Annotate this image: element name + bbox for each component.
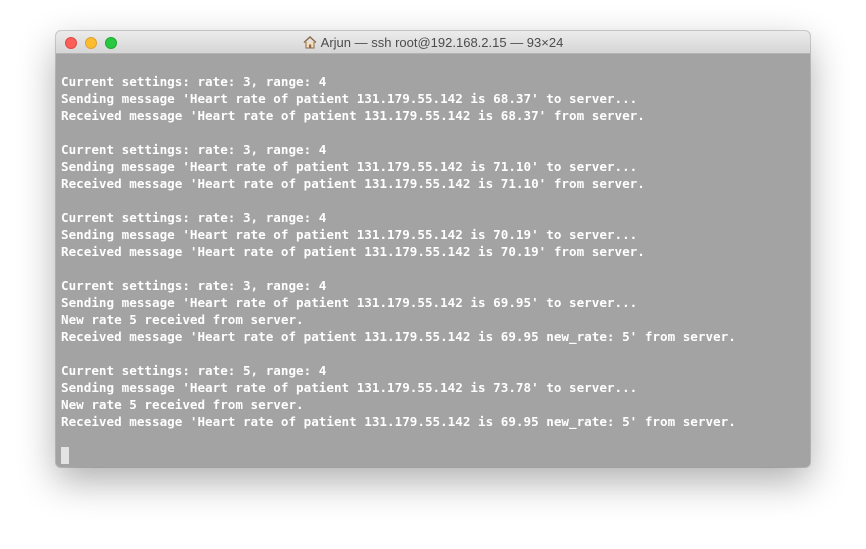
terminal-output-area[interactable]: Current settings: rate: 3, range: 4 Sendi… xyxy=(56,54,810,467)
terminal-line: Received message 'Heart rate of patient … xyxy=(61,176,645,191)
window-title: Arjun — ssh root@192.168.2.15 — 93×24 xyxy=(320,35,564,50)
terminal-line: New rate 5 received from server. xyxy=(61,397,304,412)
terminal-line: Sending message 'Heart rate of patient 1… xyxy=(61,295,638,310)
title-bar[interactable]: Arjun — ssh root@192.168.2.15 — 93×24 xyxy=(56,31,810,54)
terminal-line: Current settings: rate: 3, range: 4 xyxy=(61,210,327,225)
terminal-line: Sending message 'Heart rate of patient 1… xyxy=(61,159,638,174)
terminal-line: Current settings: rate: 3, range: 4 xyxy=(61,74,327,89)
terminal-line: Current settings: rate: 3, range: 4 xyxy=(61,278,327,293)
terminal-line: Sending message 'Heart rate of patient 1… xyxy=(61,227,638,242)
text-cursor xyxy=(61,447,69,464)
terminal-line: Received message 'Heart rate of patient … xyxy=(61,108,645,123)
terminal-line: Received message 'Heart rate of patient … xyxy=(61,414,736,429)
terminal-line: Sending message 'Heart rate of patient 1… xyxy=(61,91,638,106)
terminal-line: Current settings: rate: 3, range: 4 xyxy=(61,142,327,157)
window-title-container: Arjun — ssh root@192.168.2.15 — 93×24 xyxy=(56,31,810,54)
terminal-window: Arjun — ssh root@192.168.2.15 — 93×24 Cu… xyxy=(56,31,810,467)
terminal-line: Received message 'Heart rate of patient … xyxy=(61,329,736,344)
terminal-line: New rate 5 received from server. xyxy=(61,312,304,327)
terminal-line: Current settings: rate: 5, range: 4 xyxy=(61,363,327,378)
terminal-lines: Current settings: rate: 3, range: 4 Sendi… xyxy=(61,73,736,430)
home-icon xyxy=(303,33,317,56)
terminal-line: Sending message 'Heart rate of patient 1… xyxy=(61,380,638,395)
terminal-line: Received message 'Heart rate of patient … xyxy=(61,244,645,259)
